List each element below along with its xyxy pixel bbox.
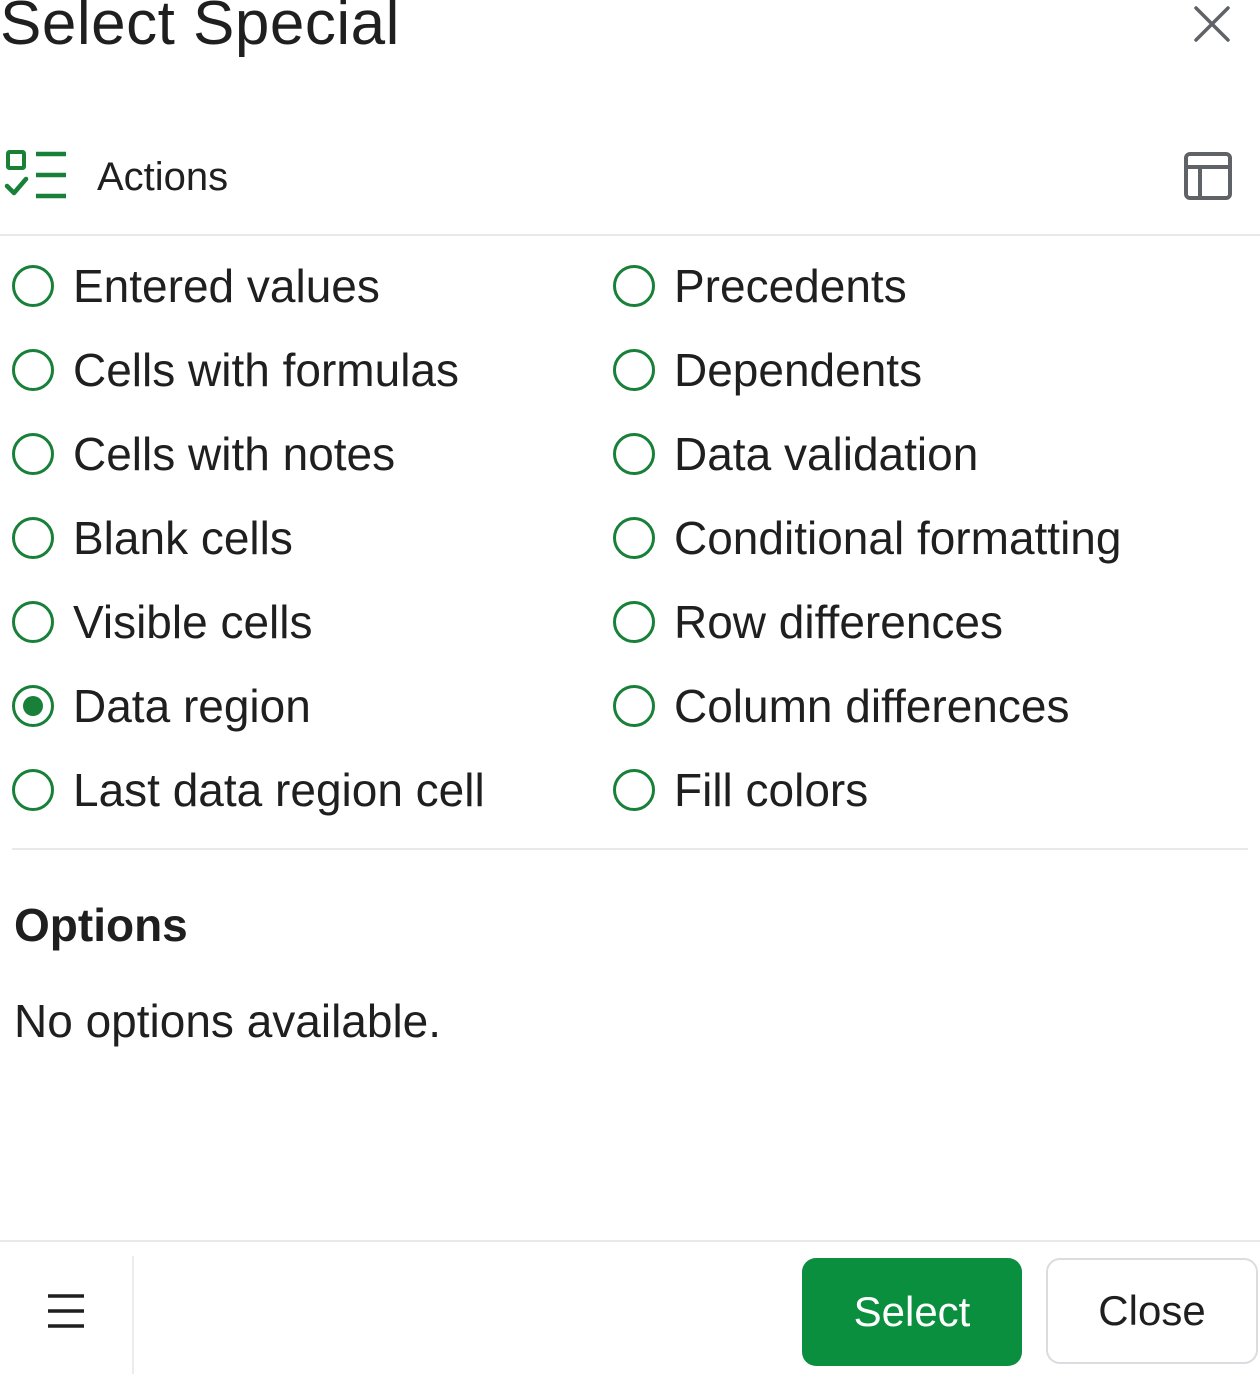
hamburger-menu-icon[interactable] [38, 1284, 94, 1336]
radio-button[interactable] [613, 769, 655, 811]
radio-label: Fill colors [674, 764, 869, 816]
radio-fill-colors[interactable]: Fill colors [613, 748, 868, 832]
radio-label: Data region [73, 680, 311, 732]
radio-button[interactable] [613, 433, 655, 475]
radio-button[interactable] [613, 685, 655, 727]
radio-label: Cells with formulas [73, 344, 459, 396]
checklist-icon [4, 148, 68, 204]
radio-button[interactable] [613, 517, 655, 559]
radio-button[interactable] [12, 601, 54, 643]
radio-column-differences[interactable]: Column differences [613, 664, 1069, 748]
radio-button[interactable] [12, 433, 54, 475]
radio-button[interactable] [613, 601, 655, 643]
radio-button[interactable] [12, 265, 54, 307]
radio-label: Row differences [674, 596, 1003, 648]
radio-label: Precedents [674, 260, 907, 312]
radio-data-validation[interactable]: Data validation [613, 412, 978, 496]
radio-button[interactable] [613, 265, 655, 307]
select-button[interactable]: Select [802, 1258, 1022, 1366]
radio-button[interactable] [613, 349, 655, 391]
radio-cells-with-formulas[interactable]: Cells with formulas [12, 328, 459, 412]
close-icon[interactable] [1188, 0, 1236, 48]
radio-blank-cells[interactable]: Blank cells [12, 496, 293, 580]
radio-label: Last data region cell [73, 764, 485, 816]
radio-button[interactable] [12, 769, 54, 811]
dialog-footer: Select Close [0, 1240, 1260, 1374]
radio-button-checked[interactable] [12, 685, 54, 727]
table-layout-icon[interactable] [1182, 150, 1234, 202]
actions-header: Actions [0, 130, 1260, 236]
radio-label: Visible cells [73, 596, 313, 648]
radio-cells-with-notes[interactable]: Cells with notes [12, 412, 395, 496]
radio-label: Data validation [674, 428, 979, 480]
radio-conditional-formatting[interactable]: Conditional formatting [613, 496, 1121, 580]
radio-last-data-region-cell[interactable]: Last data region cell [12, 748, 485, 832]
radio-button[interactable] [12, 517, 54, 559]
radio-label: Cells with notes [73, 428, 396, 480]
radio-entered-values[interactable]: Entered values [12, 244, 380, 328]
section-divider [12, 848, 1248, 850]
radio-dependents[interactable]: Dependents [613, 328, 922, 412]
actions-label: Actions [97, 155, 229, 199]
radio-label: Entered values [73, 260, 380, 312]
footer-separator [132, 1256, 134, 1374]
options-heading: Options [14, 899, 188, 951]
radio-label: Dependents [674, 344, 923, 396]
radio-row-differences[interactable]: Row differences [613, 580, 1003, 664]
radio-precedents[interactable]: Precedents [613, 244, 907, 328]
dialog-title: Select Special [0, 0, 400, 58]
options-empty-text: No options available. [14, 995, 442, 1047]
radio-button[interactable] [12, 349, 54, 391]
close-button[interactable]: Close [1046, 1258, 1258, 1364]
radio-visible-cells[interactable]: Visible cells [12, 580, 312, 664]
radio-label: Column differences [674, 680, 1070, 732]
radio-label: Conditional formatting [674, 512, 1122, 564]
radio-label: Blank cells [73, 512, 293, 564]
radio-data-region[interactable]: Data region [12, 664, 311, 748]
